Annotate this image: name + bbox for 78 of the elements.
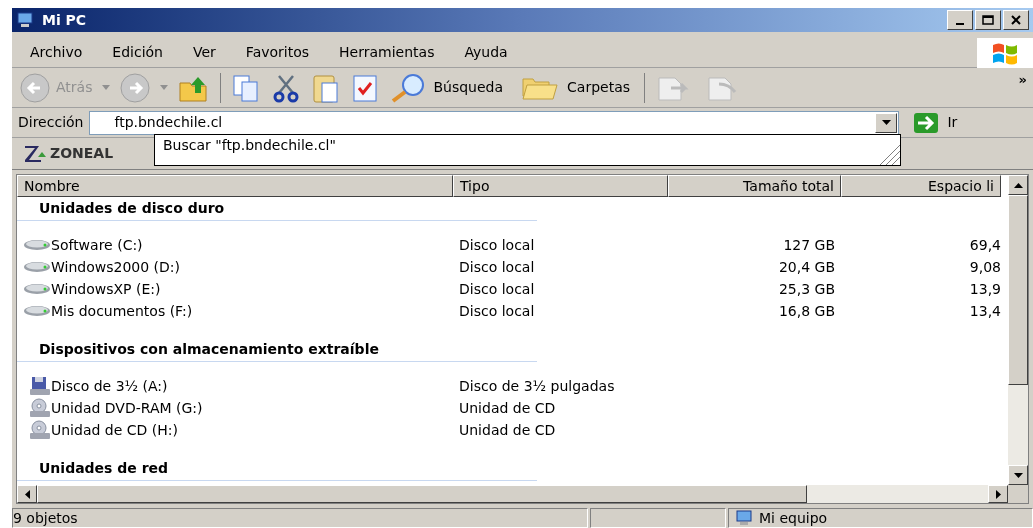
table-cell-text: 13,4: [969, 301, 1001, 321]
table-cell: Unidad de CD: [459, 421, 556, 438]
computer-icon: [735, 510, 753, 526]
drive-name[interactable]: Software (C:): [51, 234, 143, 256]
cd-drive-icon: [29, 420, 51, 440]
scroll-thumb[interactable]: [37, 485, 807, 503]
drive-name[interactable]: Unidad DVD-RAM (G:): [51, 397, 203, 419]
table-cell: Disco local: [459, 280, 535, 297]
scroll-thumb[interactable]: [1008, 195, 1028, 385]
status-text: Mi equipo: [759, 508, 828, 528]
table-cell-text: 25,3 GB: [778, 279, 835, 299]
scrollbar-corner: [1008, 485, 1028, 503]
menu-item[interactable]: Ver: [193, 42, 216, 63]
caret-icon: [881, 120, 891, 125]
status-text: 9 objetos: [13, 508, 78, 528]
minimize-button[interactable]: [947, 10, 973, 30]
computer-icon: [16, 11, 34, 29]
hard-drive-icon: [23, 261, 51, 273]
table-cell: Unidad de CD: [459, 399, 556, 416]
hard-drive-icon: [23, 283, 51, 295]
suggestion-item[interactable]: Buscar "ftp.bndechile.cl": [163, 135, 336, 156]
maximize-button[interactable]: [975, 10, 1001, 30]
menu-item[interactable]: Ayuda: [464, 42, 508, 63]
search-button[interactable]: Búsqueda: [389, 72, 504, 103]
minimize-icon: [956, 23, 964, 25]
group-header: Dispositivos con almacenamiento extraíble: [39, 340, 379, 359]
column-header[interactable]: Espacio li: [841, 175, 1001, 197]
close-icon: [1011, 15, 1021, 25]
table-cell-text: 16,8 GB: [778, 301, 835, 321]
table-cell: Disco local: [459, 258, 535, 275]
scroll-right-button[interactable]: [988, 485, 1008, 503]
menu-item[interactable]: Archivo: [30, 42, 83, 63]
address-field[interactable]: ftp.bndechile.cl: [89, 110, 900, 135]
maximize-icon: [982, 15, 994, 25]
scroll-down-button[interactable]: [1008, 465, 1028, 485]
vertical-scrollbar[interactable]: [1008, 175, 1028, 485]
scroll-up-button[interactable]: [1008, 175, 1028, 195]
checked-document-icon[interactable]: [351, 72, 380, 103]
table-cell-text: 20,4 GB: [778, 257, 835, 277]
cd-drive-icon: [29, 398, 51, 418]
drive-name[interactable]: Windows2000 (D:): [51, 256, 180, 278]
hard-drive-icon: [23, 305, 51, 317]
address-label: Dirección: [18, 113, 84, 132]
column-header[interactable]: Nombre: [17, 175, 453, 197]
table-cell-text: 127 GB: [783, 235, 835, 255]
zonealarm-logo-icon: [24, 144, 46, 163]
floppy-icon: [29, 376, 51, 396]
table-cell: Disco local: [459, 302, 535, 319]
right-arrow-icon: [995, 489, 1001, 499]
table-cell: Disco de 3½ pulgadas: [459, 377, 615, 394]
drive-name[interactable]: Mis documentos (F:): [51, 300, 193, 322]
table-cell-text: 69,4: [969, 235, 1001, 255]
menu-item[interactable]: Edición: [112, 42, 163, 63]
scroll-left-button[interactable]: [17, 485, 37, 503]
toolbar-brand-text: ZONEAL: [50, 144, 114, 163]
left-arrow-icon: [24, 489, 30, 499]
drive-name[interactable]: WindowsXP (E:): [51, 278, 161, 300]
group-header: Unidades de disco duro: [39, 199, 225, 218]
table-cell-text: 13,9: [969, 279, 1001, 299]
horizontal-scrollbar[interactable]: [17, 485, 1008, 503]
hard-drive-icon: [23, 239, 51, 251]
drive-name[interactable]: Unidad de CD (H:): [51, 419, 178, 441]
table-cell-text: 9,08: [969, 257, 1001, 277]
menu-item[interactable]: Favoritos: [245, 42, 310, 63]
up-arrow-icon: [1013, 182, 1023, 188]
go-button[interactable]: Ir: [913, 111, 958, 134]
menu-item[interactable]: Herramientas: [339, 42, 435, 63]
table-cell: Disco local: [459, 236, 535, 253]
column-header[interactable]: Tipo: [453, 175, 668, 197]
folders-button[interactable]: Carpetas: [521, 74, 631, 101]
window-title: Mi PC: [42, 10, 87, 30]
down-arrow-icon: [1013, 472, 1023, 478]
dropdown-button[interactable]: [875, 112, 898, 133]
column-header[interactable]: Tamaño total: [668, 175, 841, 197]
overflow-chevron[interactable]: »: [1018, 70, 1027, 90]
close-button[interactable]: [1003, 10, 1029, 30]
group-header: Unidades de red: [39, 459, 169, 478]
drive-name[interactable]: Disco de 3½ (A:): [51, 375, 168, 397]
